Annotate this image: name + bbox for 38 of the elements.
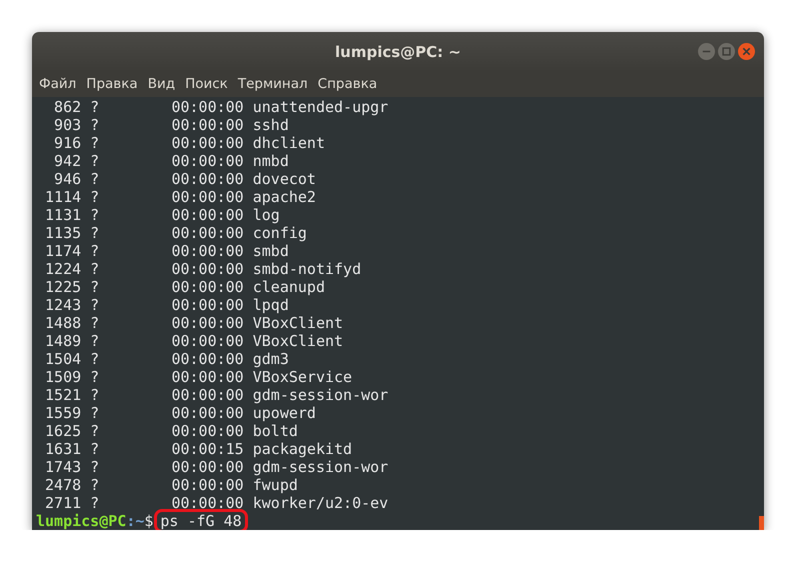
output-line: 1225 ? 00:00:00 cleanupd: [44, 278, 325, 296]
menu-item[interactable]: Терминал: [232, 76, 313, 92]
output-line: 1631 ? 00:00:15 packagekitd: [44, 440, 352, 458]
prompt-symbol: $: [144, 512, 154, 530]
output-line: 1114 ? 00:00:00 apache2: [44, 188, 316, 206]
output-line: 1243 ? 00:00:00 lpqd: [44, 296, 289, 314]
close-icon[interactable]: [738, 43, 755, 60]
prompt-path: :~: [126, 512, 144, 530]
prompt-user-host: lumpics@PC: [36, 512, 126, 530]
output-line: 2478 ? 00:00:00 fwupd: [44, 476, 298, 494]
scrollbar-thumb[interactable]: [759, 516, 764, 530]
output-line: 862 ? 00:00:00 unattended-upgr: [53, 98, 388, 116]
command-text: ps -fG 48: [154, 509, 248, 530]
output-line: 1174 ? 00:00:00 smbd: [44, 242, 289, 260]
output-line: 1509 ? 00:00:00 VBoxService: [44, 368, 352, 386]
menu-item[interactable]: Вид: [142, 76, 180, 92]
output-line: 1135 ? 00:00:00 config: [44, 224, 307, 242]
window-title: lumpics@PC: ~: [335, 42, 461, 60]
output-line: 1743 ? 00:00:00 gdm-session-wor: [44, 458, 388, 476]
menu-item[interactable]: Файл: [34, 76, 82, 92]
output-line: 1521 ? 00:00:00 gdm-session-wor: [44, 386, 388, 404]
output-line: 946 ? 00:00:00 dovecot: [53, 170, 316, 188]
menu-item[interactable]: Справка: [312, 76, 382, 92]
menu-item[interactable]: Поиск: [180, 76, 233, 92]
output-line: 1489 ? 00:00:00 VBoxClient: [44, 332, 344, 350]
output-line: 903 ? 00:00:00 sshd: [53, 116, 289, 134]
maximize-icon[interactable]: [718, 43, 735, 60]
output-line: 1488 ? 00:00:00 VBoxClient: [44, 314, 344, 332]
output-line: 1224 ? 00:00:00 smbd-notifyd: [44, 260, 362, 278]
output-line: 1504 ? 00:00:00 gdm3: [44, 350, 289, 368]
output-line: 1131 ? 00:00:00 log: [44, 206, 280, 224]
output-line: 916 ? 00:00:00 dhclient: [53, 134, 325, 152]
menu-item[interactable]: Правка: [81, 76, 143, 92]
output-line: 942 ? 00:00:00 nmbd: [53, 152, 289, 170]
output-line: 2711 ? 00:00:00 kworker/u2:0-ev: [44, 494, 388, 512]
output-line: 1625 ? 00:00:00 boltd: [44, 422, 298, 440]
minimize-icon[interactable]: [698, 43, 715, 60]
output-line: 1559 ? 00:00:00 upowerd: [44, 404, 316, 422]
